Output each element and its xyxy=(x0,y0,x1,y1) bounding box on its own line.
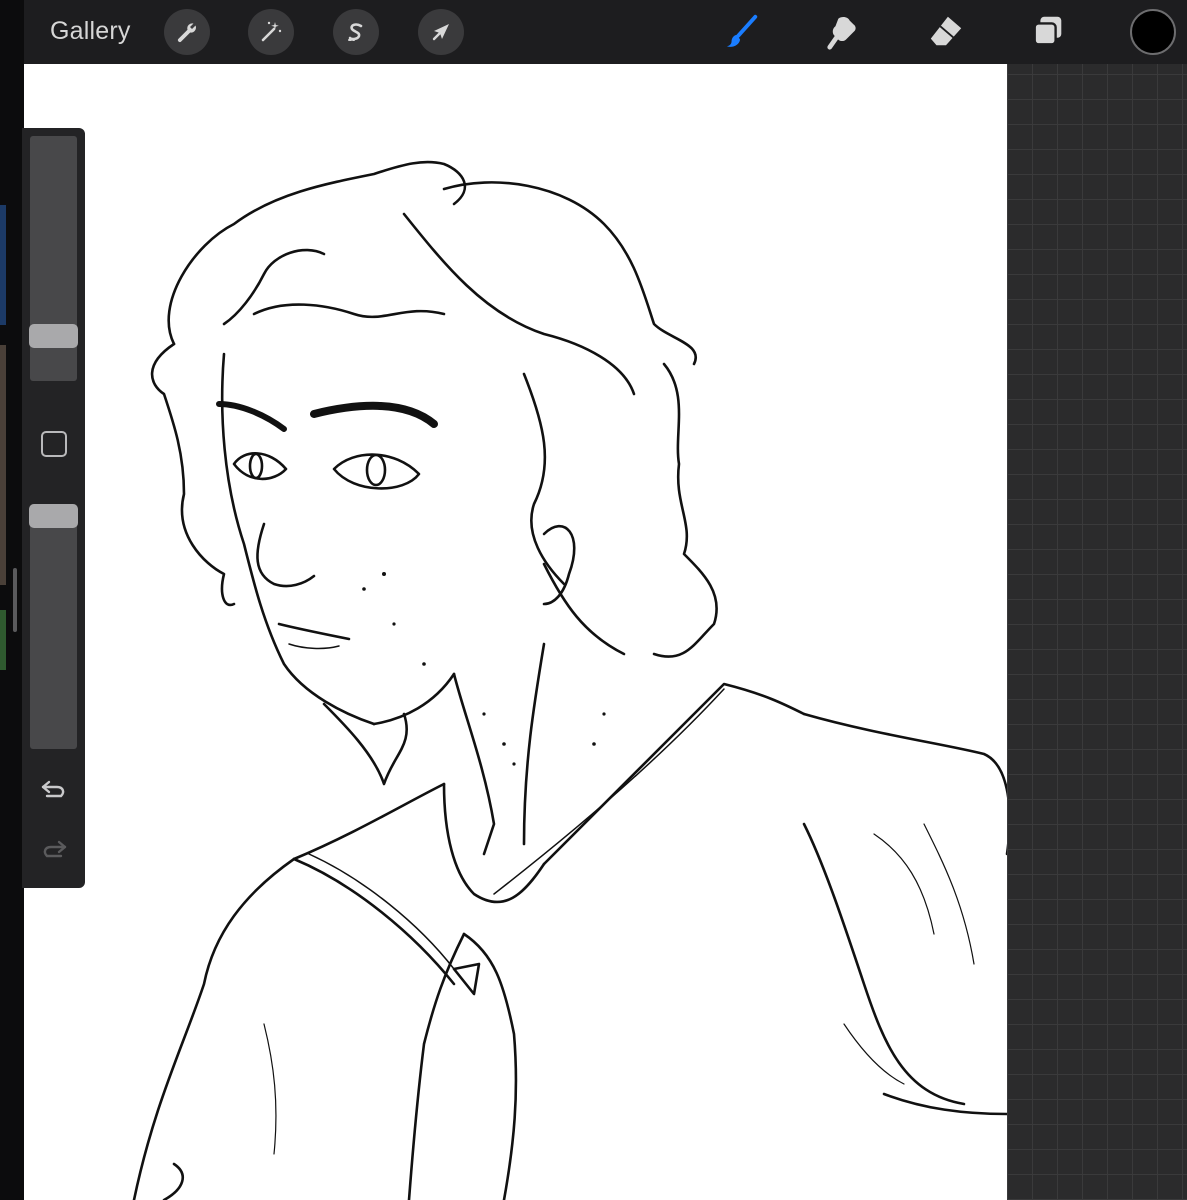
hair-stroke xyxy=(322,702,409,786)
hair-stroke xyxy=(222,248,326,326)
layers-tool-button[interactable] xyxy=(1026,10,1070,54)
hair-stroke xyxy=(522,372,566,586)
brush-tool-button[interactable] xyxy=(720,10,764,54)
shirt-body xyxy=(802,712,1007,856)
color-swatch[interactable] xyxy=(1130,9,1176,55)
adjustments-button[interactable] xyxy=(248,9,294,55)
sidebar-drag-handle[interactable] xyxy=(13,568,17,632)
fabric-fold xyxy=(923,823,975,965)
left-sidebar xyxy=(22,128,85,888)
fabric-fold xyxy=(843,1023,905,1085)
arrow-cursor-icon xyxy=(432,24,449,41)
drawing-canvas[interactable] xyxy=(24,64,1007,1200)
eraser-tool-button[interactable] xyxy=(924,10,968,54)
brush-size-slider[interactable] xyxy=(29,136,78,381)
undo-icon[interactable] xyxy=(39,776,69,802)
freckles xyxy=(362,572,606,766)
background-app-strip xyxy=(0,610,6,670)
shirt-collar xyxy=(292,782,446,861)
shirt-sleeve xyxy=(882,1092,1007,1116)
scarf-knot xyxy=(452,962,481,996)
smudge-tool-button[interactable] xyxy=(822,10,866,54)
brush-icon xyxy=(726,14,758,47)
background-app-strip xyxy=(0,345,6,585)
shirt-body xyxy=(132,857,296,1200)
sailor-collar xyxy=(292,857,456,986)
smudge-icon xyxy=(827,17,856,50)
brush-size-thumb[interactable] xyxy=(29,324,78,348)
layers-icon xyxy=(1033,16,1062,46)
neck-line xyxy=(522,642,546,846)
top-toolbar: Gallery xyxy=(24,0,1187,64)
redo-icon[interactable] xyxy=(39,836,69,862)
right-iris xyxy=(365,453,387,487)
right-eye xyxy=(332,453,421,490)
opacity-slider[interactable] xyxy=(29,504,78,749)
fabric-fold xyxy=(873,833,935,935)
sailor-collar xyxy=(542,682,806,866)
background-app-strip xyxy=(0,205,6,325)
hair-stroke xyxy=(652,362,718,658)
wrench-icon xyxy=(177,23,196,43)
gallery-button[interactable]: Gallery xyxy=(50,17,131,46)
mouth xyxy=(277,622,351,641)
right-eyebrow xyxy=(310,401,438,428)
neck-line xyxy=(452,672,496,856)
selection-button[interactable] xyxy=(333,9,379,55)
hair-stroke xyxy=(442,181,698,366)
left-iris xyxy=(248,452,264,480)
hair-stroke xyxy=(167,160,467,346)
nose xyxy=(256,522,316,588)
face-outline xyxy=(372,672,456,726)
modify-square-icon[interactable] xyxy=(41,431,67,457)
scarf xyxy=(462,932,518,1200)
hair-stroke xyxy=(542,562,626,656)
opacity-thumb[interactable] xyxy=(29,504,78,528)
hair-stroke xyxy=(252,303,446,319)
scarf xyxy=(407,932,466,1200)
hair-stroke xyxy=(402,212,636,396)
device-left-edge xyxy=(0,0,24,1200)
line-art-drawing xyxy=(132,160,1007,1200)
left-eyebrow xyxy=(216,401,287,432)
eraser-icon xyxy=(930,16,962,46)
transform-button[interactable] xyxy=(418,9,464,55)
selection-s-icon xyxy=(348,23,363,41)
actions-button[interactable] xyxy=(164,9,210,55)
workspace-grid-background xyxy=(1007,64,1187,1200)
shirt-collar xyxy=(442,782,546,904)
magic-wand-icon xyxy=(261,21,282,42)
shirt-sleeve xyxy=(802,822,966,1106)
fabric-fold xyxy=(263,1023,277,1155)
shirt-hem xyxy=(162,1162,184,1200)
lower-lip xyxy=(288,643,340,650)
